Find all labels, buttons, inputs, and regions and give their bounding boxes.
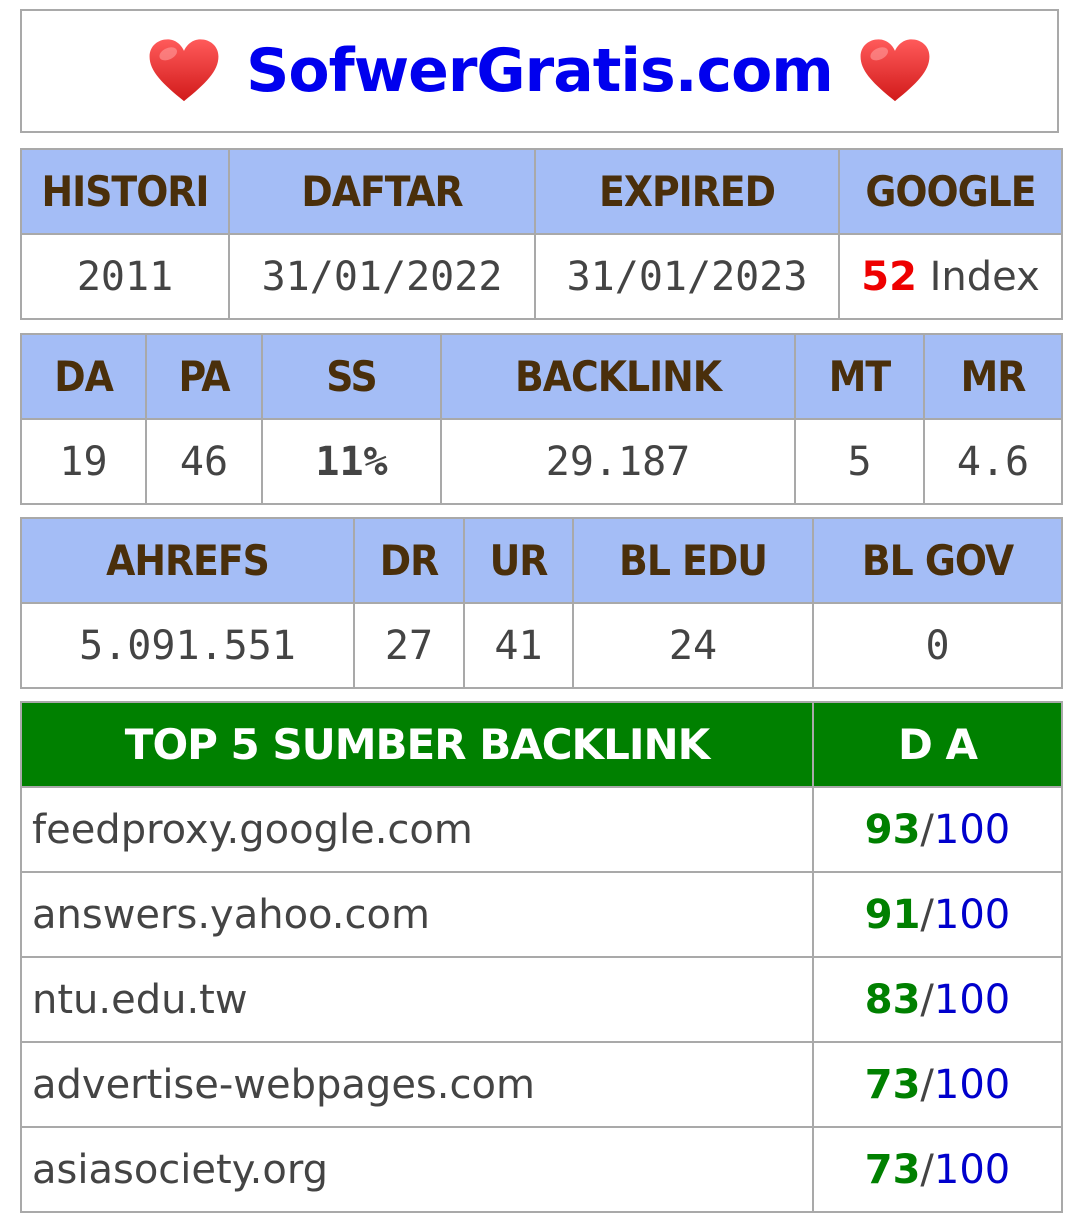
daftar-header: DAFTAR xyxy=(228,148,536,235)
backlink-da: 73/100 xyxy=(812,1126,1063,1213)
mt-header: MT xyxy=(794,333,925,420)
mt-value: 5 xyxy=(794,418,925,505)
da-header: DA xyxy=(20,333,147,420)
da-value: 19 xyxy=(20,418,147,505)
da-score: 73 xyxy=(864,1061,921,1108)
da-separator: / xyxy=(920,1061,934,1108)
mr-header: MR xyxy=(923,333,1063,420)
ahrefs-value: 5.091.551 xyxy=(20,602,355,689)
daftar-value: 31/01/2022 xyxy=(228,233,536,320)
table-row: 2011 31/01/2022 31/01/2023 52 Index xyxy=(20,233,1063,320)
site-name[interactable]: SofwerGratis.com xyxy=(246,36,834,106)
site-title-box: SofwerGratis.com xyxy=(20,9,1059,133)
ss-value: 11% xyxy=(261,418,442,505)
table-row: asiasociety.org 73/100 xyxy=(20,1126,1063,1213)
backlink-da: 83/100 xyxy=(812,956,1063,1043)
ss-header: SS xyxy=(261,333,442,420)
top-backlink-header: TOP 5 SUMBER BACKLINK xyxy=(20,701,814,788)
ahrefs-header: AHREFS xyxy=(20,517,355,604)
google-index-count: 52 xyxy=(861,253,917,300)
top-backlinks-table: TOP 5 SUMBER BACKLINK D A feedproxy.goog… xyxy=(20,701,1063,1213)
bl-edu-value: 24 xyxy=(572,602,814,689)
google-header: GOOGLE xyxy=(838,148,1063,235)
da-score: 73 xyxy=(864,1146,921,1193)
backlink-domain[interactable]: ntu.edu.tw xyxy=(20,956,814,1043)
table-header-row: AHREFS DR UR BL EDU BL GOV xyxy=(20,517,1063,604)
heart-icon xyxy=(149,39,219,102)
backlink-value: 29.187 xyxy=(440,418,796,505)
table-row: ntu.edu.tw 83/100 xyxy=(20,956,1063,1043)
da-max: 100 xyxy=(933,891,1011,938)
histori-value: 2011 xyxy=(20,233,230,320)
bl-gov-header: BL GOV xyxy=(812,517,1063,604)
backlink-domain[interactable]: answers.yahoo.com xyxy=(20,871,814,958)
da-max: 100 xyxy=(933,1061,1011,1108)
table-header-row: TOP 5 SUMBER BACKLINK D A xyxy=(20,701,1063,788)
bl-edu-header: BL EDU xyxy=(572,517,814,604)
backlink-da: 93/100 xyxy=(812,786,1063,873)
bl-gov-value: 0 xyxy=(812,602,1063,689)
ahrefs-metrics-table: AHREFS DR UR BL EDU BL GOV 5.091.551 27 … xyxy=(20,517,1063,689)
da-separator: / xyxy=(920,891,934,938)
da-score: 83 xyxy=(864,976,921,1023)
pa-value: 46 xyxy=(145,418,263,505)
backlink-domain[interactable]: asiasociety.org xyxy=(20,1126,814,1213)
backlink-da: 73/100 xyxy=(812,1041,1063,1128)
da-max: 100 xyxy=(933,806,1011,853)
ur-value: 41 xyxy=(463,602,574,689)
histori-header: HISTORI xyxy=(20,148,230,235)
table-header-row: DA PA SS BACKLINK MT MR xyxy=(20,333,1063,420)
table-row: answers.yahoo.com 91/100 xyxy=(20,871,1063,958)
ur-header: UR xyxy=(463,517,574,604)
google-index-cell: 52 Index xyxy=(838,233,1063,320)
da-separator: / xyxy=(920,976,934,1023)
backlink-da: 91/100 xyxy=(812,871,1063,958)
moz-metrics-table: DA PA SS BACKLINK MT MR 19 46 11% 29.187… xyxy=(20,333,1063,505)
da-column-header: D A xyxy=(812,701,1063,788)
backlink-domain[interactable]: feedproxy.google.com xyxy=(20,786,814,873)
da-max: 100 xyxy=(933,976,1011,1023)
google-index-label: Index xyxy=(929,253,1040,300)
table-row: 5.091.551 27 41 24 0 xyxy=(20,602,1063,689)
da-max: 100 xyxy=(933,1146,1011,1193)
da-score: 91 xyxy=(864,891,921,938)
table-header-row: HISTORI DAFTAR EXPIRED GOOGLE xyxy=(20,148,1063,235)
da-score: 93 xyxy=(864,806,921,853)
dr-header: DR xyxy=(353,517,465,604)
heart-icon xyxy=(860,39,930,102)
mr-value: 4.6 xyxy=(923,418,1063,505)
dr-value: 27 xyxy=(353,602,465,689)
backlink-domain[interactable]: advertise-webpages.com xyxy=(20,1041,814,1128)
da-separator: / xyxy=(920,1146,934,1193)
backlink-header: BACKLINK xyxy=(440,333,796,420)
table-row: feedproxy.google.com 93/100 xyxy=(20,786,1063,873)
domain-info-table: HISTORI DAFTAR EXPIRED GOOGLE 2011 31/01… xyxy=(20,148,1063,320)
da-separator: / xyxy=(920,806,934,853)
pa-header: PA xyxy=(145,333,263,420)
expired-value: 31/01/2023 xyxy=(534,233,840,320)
table-row: advertise-webpages.com 73/100 xyxy=(20,1041,1063,1128)
expired-header: EXPIRED xyxy=(534,148,840,235)
table-row: 19 46 11% 29.187 5 4.6 xyxy=(20,418,1063,505)
